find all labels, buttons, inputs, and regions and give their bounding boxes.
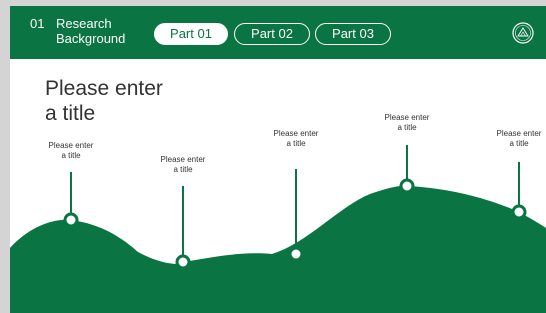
point-4-label-line1: Please enter — [384, 113, 430, 122]
point-5-label-line2: a title — [509, 139, 529, 148]
point-5-marker — [511, 204, 527, 220]
point-1-label-line1: Please enter — [48, 141, 94, 150]
point-2-marker — [175, 254, 191, 270]
point-1-label: Please enter a title — [36, 141, 106, 161]
point-3-label-line2: a title — [286, 139, 306, 148]
point-3-marker — [288, 246, 304, 262]
point-3-label: Please enter a title — [261, 129, 331, 149]
point-1-marker — [63, 212, 79, 228]
point-4-label: Please enter a title — [372, 113, 442, 133]
point-2-label-line1: Please enter — [160, 155, 206, 164]
green-wave — [10, 185, 546, 313]
point-5-label: Please enter a title — [484, 129, 546, 149]
point-4-label-line2: a title — [397, 123, 417, 132]
point-1-label-line2: a title — [61, 151, 81, 160]
point-2-label-line2: a title — [173, 165, 193, 174]
point-4-marker — [399, 178, 415, 194]
slide: 01 Research Background Part 01 Part 02 P… — [10, 6, 546, 313]
point-3-label-line1: Please enter — [273, 129, 319, 138]
point-2-label: Please enter a title — [148, 155, 218, 175]
point-5-label-line1: Please enter — [496, 129, 542, 138]
